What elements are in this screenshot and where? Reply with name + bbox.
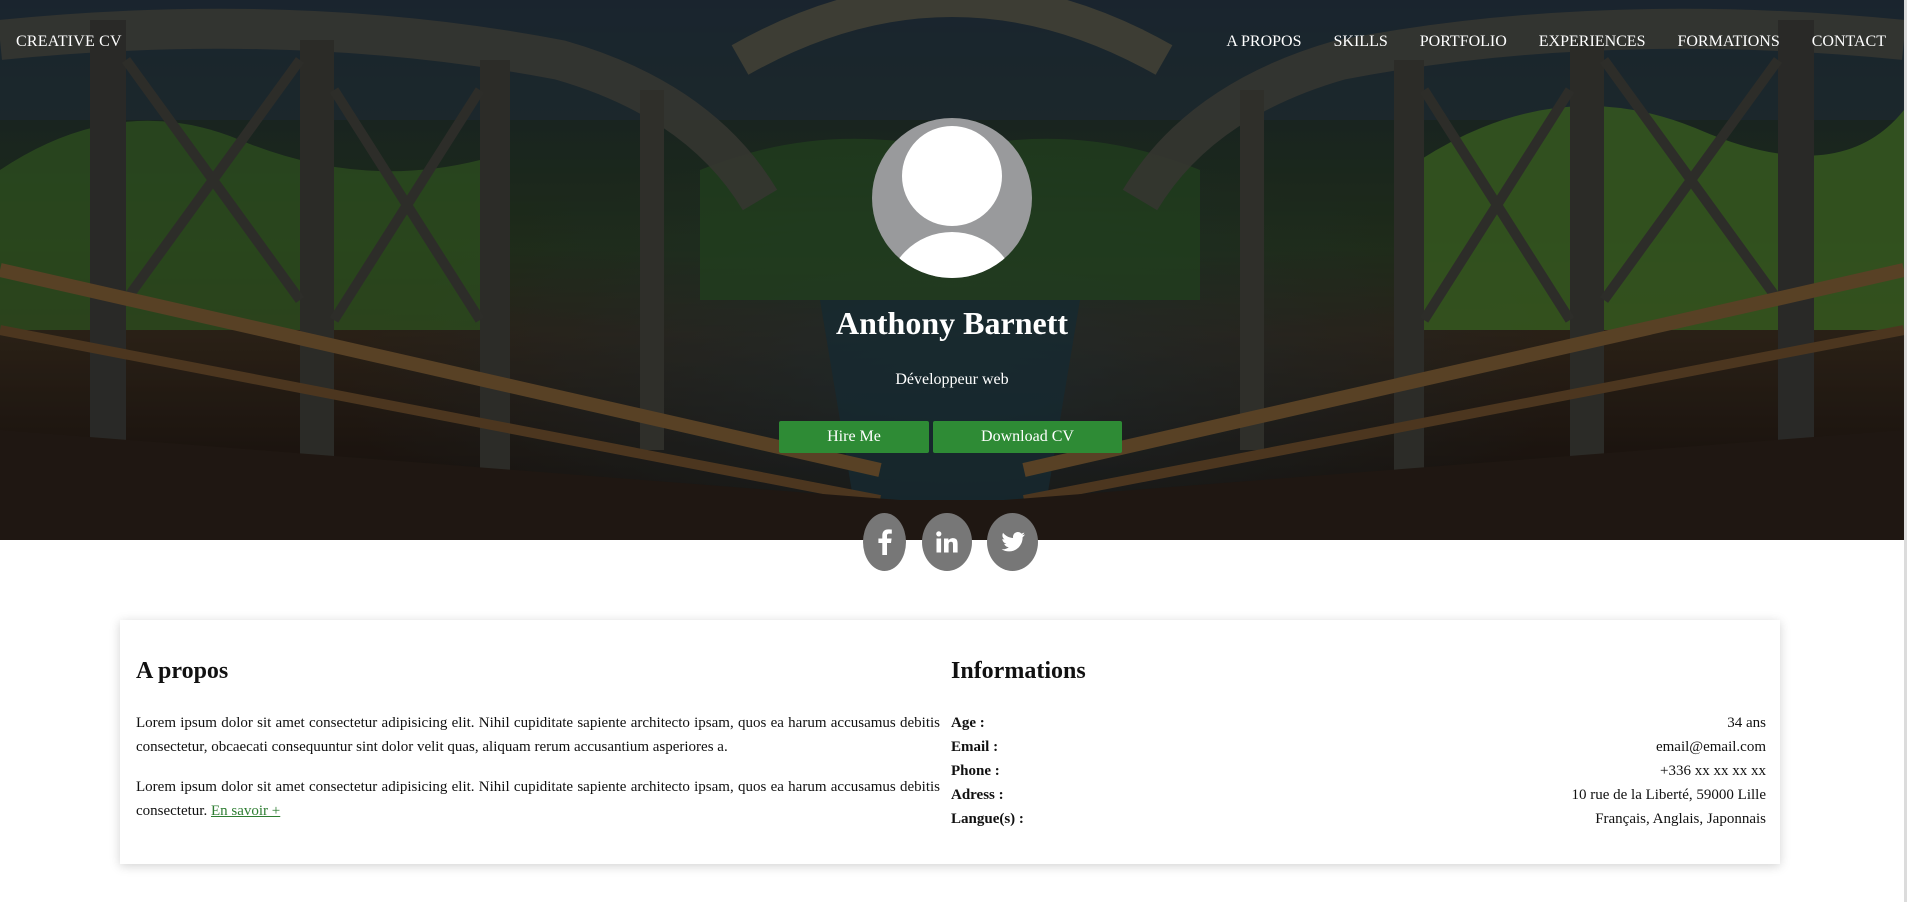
informations-title: Informations: [951, 658, 1086, 684]
info-value: 34 ans: [1727, 715, 1766, 731]
informations-section: Informations Age : 34 ans Email : email@…: [951, 658, 1766, 831]
nav-item-formations[interactable]: FORMATIONS: [1677, 33, 1779, 51]
nav-item-skills[interactable]: SKILLS: [1334, 33, 1388, 51]
download-cv-button[interactable]: Download CV: [933, 421, 1122, 453]
info-value: +336 xx xx xx xx: [1660, 763, 1766, 779]
info-label: Phone :: [951, 763, 1000, 779]
avatar: [872, 118, 1032, 278]
info-value: 10 rue de la Liberté, 59000 Lille: [1571, 787, 1766, 803]
info-row-langues: Langue(s) : Français, Anglais, Japonnais: [951, 807, 1766, 831]
about-paragraph-1: Lorem ipsum dolor sit amet consectetur a…: [136, 715, 940, 755]
avatar-head-shape: [902, 126, 1002, 226]
brand-logo[interactable]: CREATIVE CV: [16, 33, 122, 51]
about-paragraph-2: Lorem ipsum dolor sit amet consectetur a…: [136, 775, 940, 823]
facebook-button[interactable]: [863, 513, 906, 571]
info-label: Age :: [951, 715, 985, 731]
about-info-card: A propos Lorem ipsum dolor sit amet cons…: [120, 620, 1780, 864]
info-value: email@email.com: [1655, 739, 1766, 755]
nav-item-contact[interactable]: CONTACT: [1812, 33, 1886, 51]
info-label: Email :: [951, 739, 999, 755]
info-row-adress: Adress : 10 rue de la Liberté, 59000 Lil…: [951, 783, 1766, 807]
info-label: Langue(s) :: [951, 811, 1024, 827]
facebook-icon: [877, 529, 892, 555]
nav-item-portfolio[interactable]: PORTFOLIO: [1420, 33, 1507, 51]
learn-more-link[interactable]: En savoir +: [211, 803, 280, 819]
profile-name: Anthony Barnett: [835, 305, 1068, 341]
avatar-body-shape: [886, 232, 1018, 278]
twitter-button[interactable]: [987, 513, 1038, 571]
nav-item-a-propos[interactable]: A PROPOS: [1226, 33, 1301, 51]
info-value: Français, Anglais, Japonnais: [1595, 811, 1766, 827]
about-title: A propos: [136, 658, 229, 684]
info-row-age: Age : 34 ans: [951, 711, 1766, 735]
job-title: Développeur web: [895, 371, 1009, 388]
about-section: A propos Lorem ipsum dolor sit amet cons…: [136, 658, 940, 839]
info-row-phone: Phone : +336 xx xx xx xx: [951, 759, 1766, 783]
linkedin-icon: [936, 531, 958, 553]
linkedin-button[interactable]: [922, 513, 972, 571]
nav-item-experiences[interactable]: EXPERIENCES: [1539, 33, 1646, 51]
info-row-email: Email : email@email.com: [951, 735, 1766, 759]
hire-me-button[interactable]: Hire Me: [779, 421, 929, 453]
main-nav: A PROPOS SKILLS PORTFOLIO EXPERIENCES FO…: [1194, 33, 1886, 51]
hero-banner: CREATIVE CV A PROPOS SKILLS PORTFOLIO EX…: [0, 0, 1904, 540]
twitter-icon: [1001, 532, 1025, 552]
info-label: Adress :: [951, 787, 1004, 803]
